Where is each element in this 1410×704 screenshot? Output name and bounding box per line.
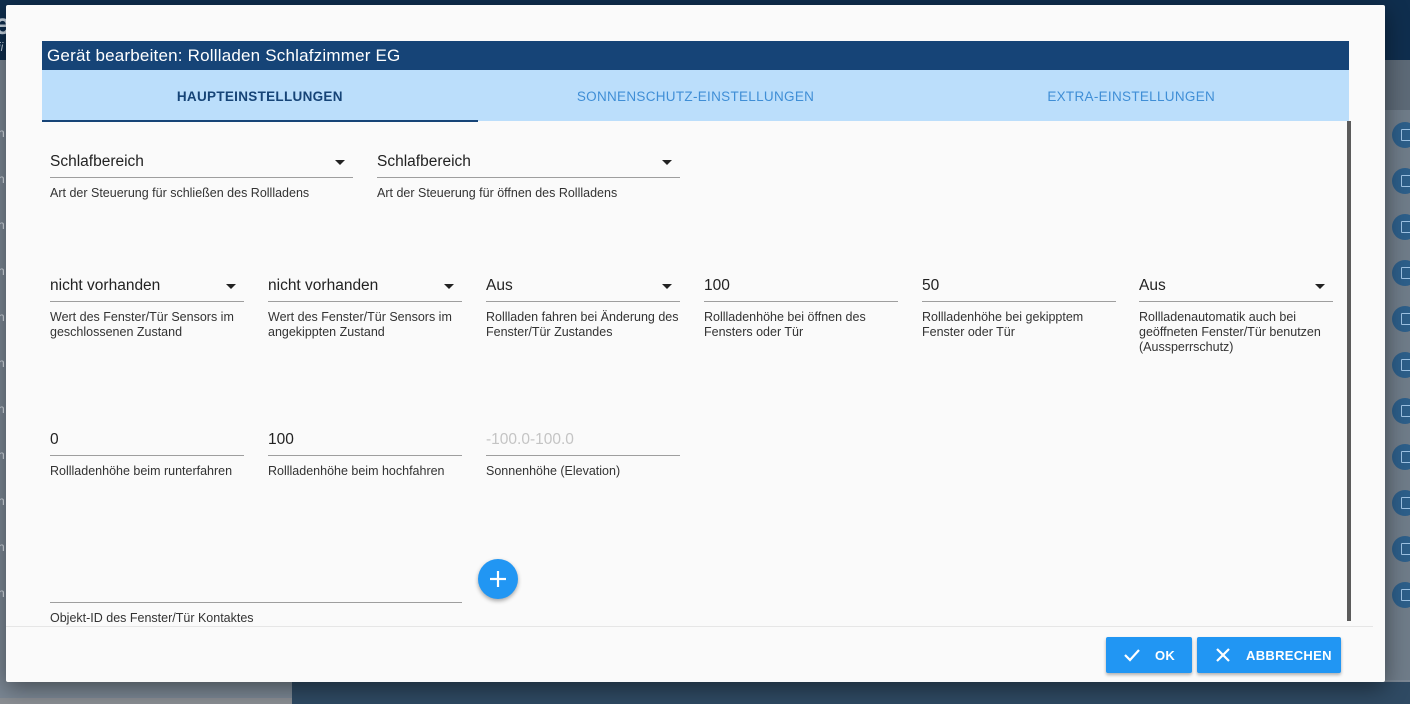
height-up-value[interactable]: 100: [268, 424, 462, 456]
ok-button-label: OK: [1155, 647, 1176, 663]
height-open-window-input[interactable]: 100 Rollladenhöhe bei öffnen des Fenster…: [704, 270, 898, 350]
check-icon: [1123, 646, 1141, 664]
background-footer-left: [0, 698, 292, 704]
sensor-tilted-value[interactable]: nicht vorhanden: [268, 270, 462, 302]
dropdown-arrow-icon[interactable]: [226, 284, 236, 289]
lockout-protection-helper: Rollladenautomatik auch bei geöffneten F…: [1139, 310, 1321, 354]
height-down-input[interactable]: 0 Rollladenhöhe beim runterfahren: [50, 424, 244, 504]
close-icon: [1214, 646, 1232, 664]
sensor-tilted-helper: Wert des Fenster/Tür Sensors im angekipp…: [268, 310, 452, 339]
ok-button[interactable]: OK: [1106, 637, 1192, 673]
elevation-placeholder[interactable]: -100.0-100.0: [486, 424, 680, 456]
height-tilted-window-value[interactable]: 50: [922, 270, 1116, 302]
elevation-input[interactable]: -100.0-100.0 Sonnenhöhe (Elevation): [486, 424, 680, 504]
plus-icon: [490, 571, 506, 587]
move-on-change-select[interactable]: Aus Rollladen fahren bei Änderung des Fe…: [486, 270, 680, 350]
background-row-fragment: n: [0, 172, 5, 186]
open-control-helper: Art der Steuerung für öffnen des Rolllad…: [377, 186, 618, 200]
sensor-closed-helper: Wert des Fenster/Tür Sensors im geschlos…: [50, 310, 234, 339]
add-contact-button[interactable]: [478, 559, 518, 599]
open-control-select[interactable]: Schlafbereich Art der Steuerung für öffn…: [377, 146, 680, 206]
dropdown-arrow-icon[interactable]: [1315, 284, 1325, 289]
height-open-window-value[interactable]: 100: [704, 270, 898, 302]
height-down-helper: Rollladenhöhe beim runterfahren: [50, 464, 233, 478]
background-footer: [292, 682, 1410, 704]
dialog-content: Schlafbereich Art der Steuerung für schl…: [6, 5, 1385, 682]
close-control-helper: Art der Steuerung für schließen des Roll…: [50, 186, 310, 200]
background-row-fragment: n: [0, 218, 5, 232]
height-open-window-helper: Rollladenhöhe bei öffnen des Fensters od…: [704, 310, 866, 339]
background-row-fragment: n: [0, 356, 5, 370]
background-row-fragment: n: [0, 402, 5, 416]
background-subtitle-fragment: ii: [0, 40, 4, 54]
elevation-helper: Sonnenhöhe (Elevation): [486, 464, 621, 478]
dropdown-arrow-icon[interactable]: [662, 160, 672, 165]
dropdown-arrow-icon[interactable]: [444, 284, 454, 289]
dialog-footer-divider: [6, 626, 1373, 627]
contact-object-id-helper: Objekt-ID des Fenster/Tür Kontaktes: [50, 611, 254, 625]
height-up-input[interactable]: 100 Rollladenhöhe beim hochfahren: [268, 424, 462, 504]
background-row-fragment: n: [0, 264, 5, 278]
cancel-button[interactable]: ABBRECHEN: [1197, 637, 1341, 673]
edit-device-dialog: Gerät bearbeiten: Rollladen Schlafzimmer…: [6, 5, 1385, 682]
dropdown-arrow-icon[interactable]: [335, 160, 345, 165]
lockout-protection-value[interactable]: Aus: [1139, 270, 1333, 302]
height-tilted-window-input[interactable]: 50 Rollladenhöhe bei gekipptem Fenster o…: [922, 270, 1116, 350]
sensor-closed-value[interactable]: nicht vorhanden: [50, 270, 244, 302]
sensor-tilted-select[interactable]: nicht vorhanden Wert des Fenster/Tür Sen…: [268, 270, 462, 350]
sensor-closed-select[interactable]: nicht vorhanden Wert des Fenster/Tür Sen…: [50, 270, 244, 350]
background-row-fragment: n: [0, 494, 5, 508]
lockout-protection-select[interactable]: Aus Rollladenautomatik auch bei geöffnet…: [1139, 270, 1333, 365]
background-row-fragment: n: [0, 448, 5, 462]
height-up-helper: Rollladenhöhe beim hochfahren: [268, 464, 445, 478]
move-on-change-value[interactable]: Aus: [486, 270, 680, 302]
height-down-value[interactable]: 0: [50, 424, 244, 456]
height-tilted-window-helper: Rollladenhöhe bei gekipptem Fenster oder…: [922, 310, 1084, 339]
move-on-change-helper: Rollladen fahren bei Änderung des Fenste…: [486, 310, 679, 339]
cancel-button-label: ABBRECHEN: [1246, 647, 1332, 663]
open-control-value[interactable]: Schlafbereich: [377, 146, 680, 178]
close-control-value[interactable]: Schlafbereich: [50, 146, 353, 178]
close-control-select[interactable]: Schlafbereich Art der Steuerung für schl…: [50, 146, 353, 206]
dropdown-arrow-icon[interactable]: [662, 284, 672, 289]
contact-object-id-input[interactable]: Objekt-ID des Fenster/Tür Kontaktes: [50, 571, 462, 631]
background-row-fragment: n: [0, 126, 5, 140]
background-row-fragment: n: [0, 540, 5, 554]
background-row-fragment: n: [0, 310, 5, 324]
background-list-header: [1385, 60, 1410, 110]
contact-object-id-value[interactable]: [50, 571, 462, 603]
background-row-fragment: n: [0, 586, 5, 600]
